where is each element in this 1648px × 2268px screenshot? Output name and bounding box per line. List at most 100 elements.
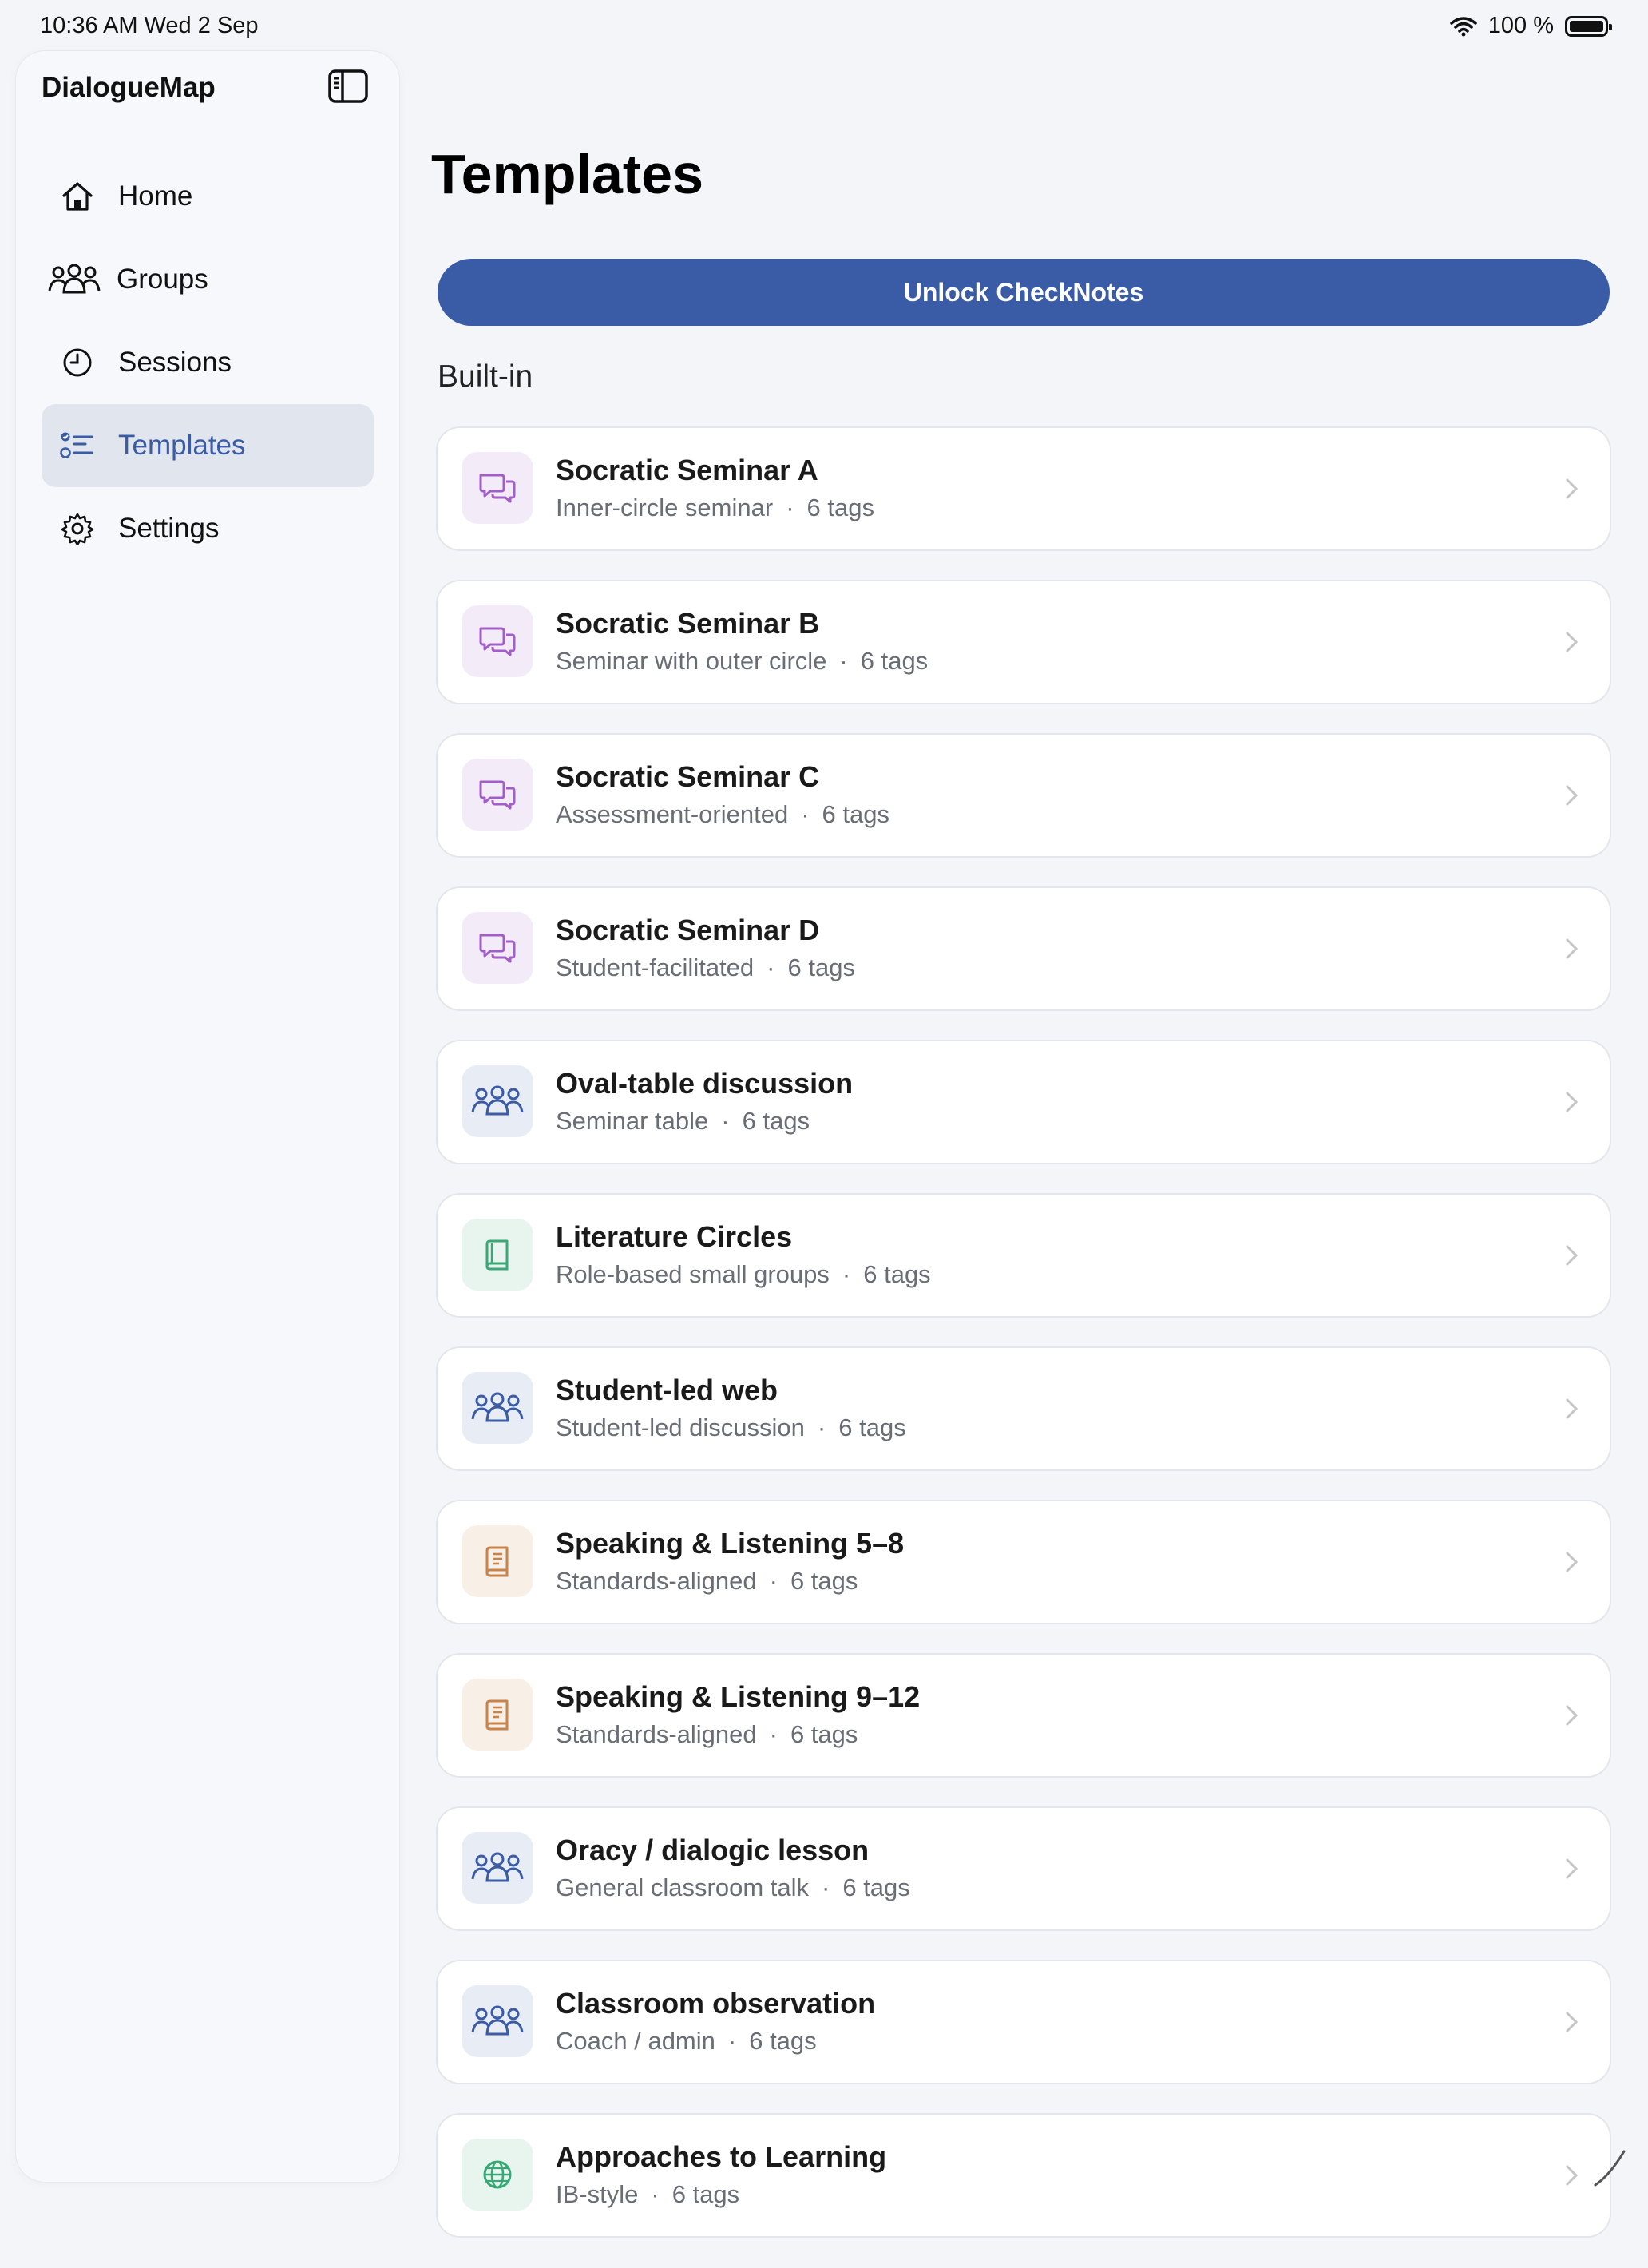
template-description: IB-style (556, 2180, 638, 2208)
template-row[interactable]: Oracy / dialogic lesson General classroo… (438, 1808, 1610, 1929)
template-title: Literature Circles (556, 1220, 792, 1254)
section-header-built-in: Built-in (438, 359, 533, 395)
template-title: Speaking & Listening 5–8 (556, 1527, 904, 1560)
sidebar-item-templates[interactable]: Templates (42, 404, 374, 487)
template-title: Student-led web (556, 1374, 778, 1407)
sidebar-item-sessions[interactable]: Sessions (42, 321, 374, 404)
sidebar-item-label: Groups (117, 264, 208, 295)
battery-icon (1565, 16, 1608, 37)
template-description: Seminar with outer circle (556, 647, 826, 675)
template-subtitle: Coach / admin·6 tags (556, 2027, 817, 2056)
template-subtitle: General classroom talk·6 tags (556, 1873, 910, 1902)
template-description: Student-facilitated (556, 954, 754, 981)
template-row[interactable]: Student-led web Student-led discussion·6… (438, 1348, 1610, 1469)
people-icon (462, 1065, 533, 1137)
template-tag-count: 6 tags (861, 647, 928, 675)
checklist-icon (57, 426, 97, 466)
template-description: Student-led discussion (556, 1414, 805, 1441)
page-title: Templates (431, 142, 703, 206)
sidebar-toggle-icon[interactable] (327, 69, 369, 104)
template-description: Role-based small groups (556, 1260, 830, 1288)
chat-bubbles-icon (462, 452, 533, 524)
chat-bubbles-icon (462, 912, 533, 984)
template-title: Socratic Seminar C (556, 760, 819, 794)
sidebar-item-groups[interactable]: Groups (42, 238, 374, 321)
template-tag-count: 6 tags (863, 1260, 930, 1288)
people-icon (462, 1832, 533, 1904)
globe-icon (462, 2139, 533, 2211)
template-description: Standards-aligned (556, 1567, 757, 1595)
template-title: Classroom observation (556, 1987, 875, 2020)
template-description: Inner-circle seminar (556, 494, 773, 521)
template-subtitle: Standards-aligned·6 tags (556, 1720, 858, 1749)
sidebar-item-settings[interactable]: Settings (42, 487, 374, 570)
people-icon (48, 260, 101, 299)
chevron-right-icon (1563, 1701, 1581, 1730)
template-description: General classroom talk (556, 1873, 809, 1901)
status-bar: 10:36 AM Wed 2 Sep 100 % (0, 0, 1648, 51)
template-description: Seminar table (556, 1107, 708, 1135)
template-row[interactable]: Socratic Seminar A Inner-circle seminar·… (438, 428, 1610, 549)
people-icon (462, 1372, 533, 1444)
unlock-checknotes-button[interactable]: Unlock CheckNotes (438, 259, 1610, 326)
chevron-right-icon (1563, 1854, 1581, 1883)
sidebar-item-label: Settings (118, 513, 219, 545)
document-icon (462, 1525, 533, 1597)
template-title: Oval-table discussion (556, 1067, 853, 1100)
template-title: Socratic Seminar D (556, 914, 819, 947)
template-row[interactable]: Speaking & Listening 5–8 Standards-align… (438, 1501, 1610, 1623)
house-icon (57, 176, 97, 216)
sidebar-item-label: Sessions (118, 347, 232, 379)
template-tag-count: 6 tags (749, 2027, 816, 2055)
pencil-scribble-indicator-icon (1589, 2143, 1637, 2191)
template-list: Socratic Seminar A Inner-circle seminar·… (438, 428, 1610, 2268)
template-tag-count: 6 tags (822, 800, 889, 828)
wifi-icon (1450, 16, 1477, 37)
chat-bubbles-icon (462, 759, 533, 831)
status-right: 100 % (1450, 13, 1608, 39)
chevron-right-icon (1563, 2161, 1581, 2190)
template-subtitle: Student-led discussion·6 tags (556, 1414, 906, 1442)
template-row[interactable]: Speaking & Listening 9–12 Standards-alig… (438, 1655, 1610, 1776)
template-tag-count: 6 tags (807, 494, 874, 521)
sidebar-item-label: Home (118, 180, 192, 212)
people-icon (462, 1985, 533, 2057)
chevron-right-icon (1563, 781, 1581, 810)
chevron-right-icon (1563, 2008, 1581, 2036)
template-subtitle: Standards-aligned·6 tags (556, 1567, 858, 1596)
book-icon (462, 1219, 533, 1291)
template-row[interactable]: Classroom observation Coach / admin·6 ta… (438, 1961, 1610, 2083)
template-row[interactable]: Socratic Seminar B Seminar with outer ci… (438, 581, 1610, 703)
template-row[interactable]: Socratic Seminar C Assessment-oriented·6… (438, 735, 1610, 856)
template-row[interactable]: Socratic Seminar D Student-facilitated·6… (438, 888, 1610, 1009)
template-subtitle: Seminar table·6 tags (556, 1107, 810, 1136)
app-title: DialogueMap (42, 72, 216, 104)
template-row[interactable]: Literature Circles Role-based small grou… (438, 1195, 1610, 1316)
battery-percent: 100 % (1488, 13, 1554, 39)
template-tag-count: 6 tags (790, 1567, 858, 1595)
template-subtitle: Seminar with outer circle·6 tags (556, 647, 928, 676)
template-subtitle: Inner-circle seminar·6 tags (556, 494, 874, 522)
template-title: Approaches to Learning (556, 2140, 886, 2174)
template-description: Assessment-oriented (556, 800, 788, 828)
template-row[interactable]: Approaches to Learning IB-style·6 tags (438, 2115, 1610, 2236)
sidebar-item-label: Templates (118, 430, 246, 462)
template-tag-count: 6 tags (838, 1414, 905, 1441)
chevron-right-icon (1563, 628, 1581, 656)
template-title: Oracy / dialogic lesson (556, 1834, 869, 1867)
sidebar-item-home[interactable]: Home (42, 155, 374, 238)
template-title: Socratic Seminar A (556, 454, 818, 487)
document-icon (462, 1679, 533, 1751)
template-row[interactable]: Oval-table discussion Seminar table·6 ta… (438, 1041, 1610, 1163)
template-subtitle: Role-based small groups·6 tags (556, 1260, 931, 1289)
chat-bubbles-icon (462, 605, 533, 677)
status-time: 10:36 AM Wed 2 Sep (40, 13, 259, 39)
chevron-right-icon (1563, 474, 1581, 503)
template-tag-count: 6 tags (842, 1873, 909, 1901)
template-description: Coach / admin (556, 2027, 715, 2055)
template-tag-count: 6 tags (672, 2180, 739, 2208)
chevron-right-icon (1563, 934, 1581, 963)
chevron-right-icon (1563, 1394, 1581, 1423)
template-tag-count: 6 tags (743, 1107, 810, 1135)
sidebar-nav: Home Groups Sessions Templates Settings (42, 155, 374, 570)
